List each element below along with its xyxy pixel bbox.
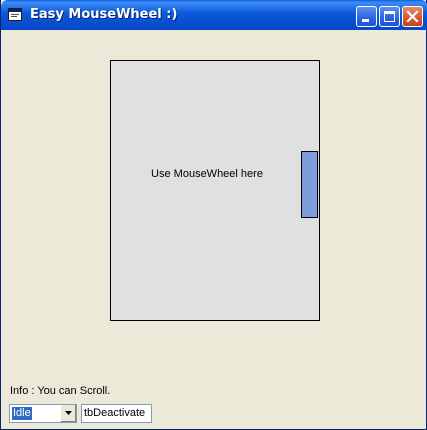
minimize-button[interactable] <box>356 6 377 27</box>
close-button[interactable] <box>402 6 423 27</box>
title-bar[interactable]: Easy MouseWheel :) <box>1 0 427 30</box>
window-title: Easy MouseWheel :) <box>30 7 178 22</box>
mode-select-dropdown-button[interactable] <box>60 405 76 422</box>
scroll-area-label: Use MouseWheel here <box>151 168 263 180</box>
chevron-down-icon <box>65 411 72 415</box>
close-icon <box>406 10 419 23</box>
command-text-field[interactable]: tbDeactivate <box>81 404 152 423</box>
app-window-icon <box>8 8 22 21</box>
app-window: Easy MouseWheel :) Use MouseWheel here I… <box>0 0 427 430</box>
mode-select-value: Idle <box>12 407 32 420</box>
scroll-thumb[interactable] <box>301 151 318 218</box>
mousewheel-scroll-area[interactable]: Use MouseWheel here <box>110 60 320 321</box>
mode-select[interactable]: Idle <box>9 404 77 423</box>
maximize-icon <box>384 11 395 22</box>
info-status-text: Info : You can Scroll. <box>10 385 111 397</box>
minimize-icon <box>362 19 369 22</box>
maximize-button[interactable] <box>379 6 400 27</box>
